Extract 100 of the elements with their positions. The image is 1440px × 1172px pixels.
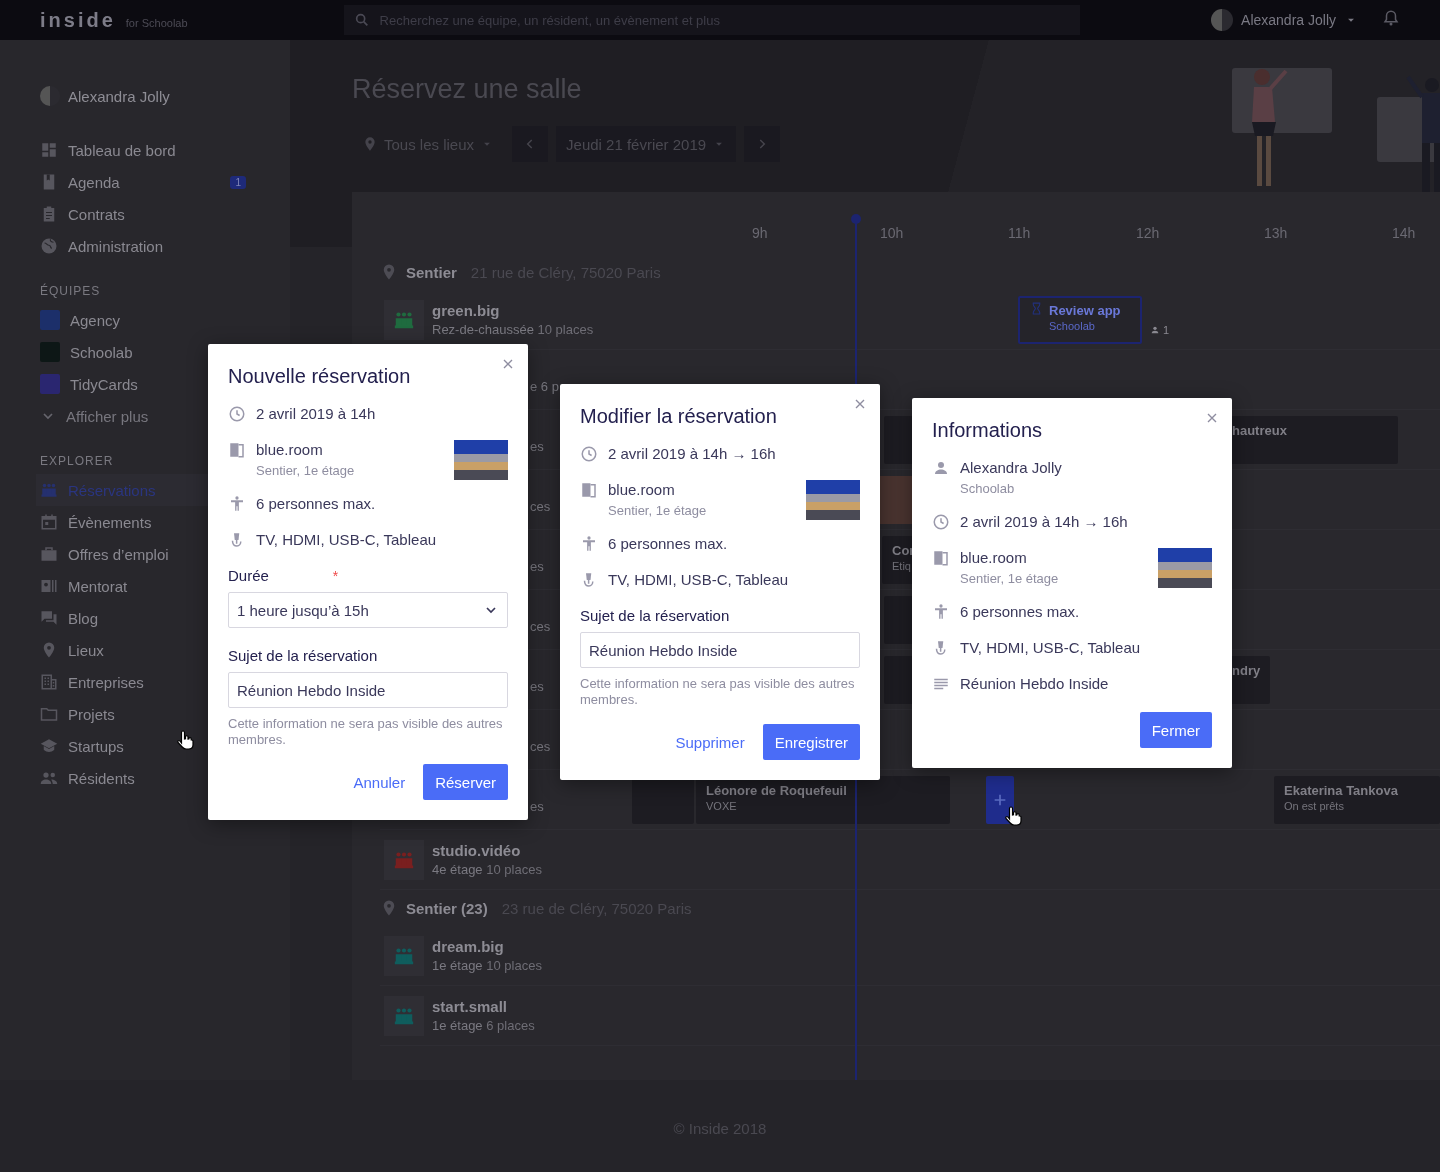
text-button[interactable]: Annuler — [341, 764, 418, 800]
event-subtitle: Schoolab — [1049, 319, 1096, 334]
detail-text: 2 avril 2019 à 14h — [256, 404, 376, 424]
event-subtitle: Etiq — [892, 559, 912, 574]
room-name[interactable]: studio.vidéo — [432, 840, 542, 861]
primary-button[interactable]: Réserver — [423, 764, 508, 800]
user-name[interactable]: Alexandra Jolly — [68, 87, 170, 105]
logo-subtitle: for Schoolab — [125, 17, 188, 29]
room-name[interactable]: dream.big — [432, 936, 542, 957]
sidebar-item[interactable]: Contrats — [36, 198, 246, 230]
user-icon — [1150, 325, 1160, 335]
sidebar-item[interactable]: Agenda 1 — [36, 166, 246, 198]
detail-text: Alexandra Jolly — [960, 458, 1062, 478]
field-label: Sujet de la réservation — [580, 606, 730, 626]
user-menu[interactable]: Alexandra Jolly — [1241, 12, 1336, 28]
detail-subtext: Sentier, 1e étage — [960, 570, 1059, 588]
booking-block[interactable]: Ekaterina Tankova On est prêts — [1274, 776, 1440, 824]
sidebar-item[interactable]: Tableau de bord — [36, 134, 246, 166]
detail-subtext: Schoolab — [960, 480, 1016, 498]
door-icon — [932, 549, 950, 567]
room-name[interactable]: start.small — [432, 996, 535, 1017]
person-icon — [932, 603, 950, 621]
primary-button[interactable]: Enregistrer — [762, 724, 860, 760]
room-details: e 6 p — [530, 378, 559, 396]
count-badge: 1 — [230, 175, 246, 189]
sidebar-item[interactable]: Afficher plus — [36, 400, 246, 432]
sidebar-item[interactable]: Résidents — [36, 762, 246, 794]
notifications-icon — [1382, 9, 1400, 27]
room-details: es — [530, 558, 544, 576]
hint-text: Cette information ne sera pas visible des autres membres. — [228, 716, 504, 748]
hourglass-icon — [1030, 302, 1043, 315]
location-name: Sentier (23) — [406, 899, 488, 917]
room-details: ces — [530, 618, 551, 636]
hour-label: 10h — [880, 225, 905, 241]
location-pin-icon — [362, 136, 378, 152]
clock-icon — [228, 405, 246, 423]
hand-cursor-icon — [1004, 806, 1024, 826]
clock-icon — [932, 513, 950, 531]
detail-text: Réunion Hebdo Inside — [960, 674, 1109, 694]
detail-text: TV, HDMI, USB-C, Tableau — [960, 638, 1141, 658]
dashboard-icon — [40, 141, 58, 159]
sidebar-item[interactable]: Évènements — [36, 506, 246, 538]
calendar-icon — [40, 513, 58, 531]
photo-placeholder — [454, 440, 508, 480]
event-title: ndry — [1232, 662, 1261, 679]
room-details: Rez-de-chaussée 10 places — [432, 320, 594, 339]
room-details: 4e étage 10 places — [432, 860, 542, 879]
field-label: Sujet de la réservation — [228, 646, 378, 666]
chat-icon — [40, 609, 58, 627]
folder-icon — [40, 705, 58, 723]
subject-input[interactable]: Réunion Hebdo Inside — [228, 672, 508, 708]
dialog-title: Informations — [932, 418, 1044, 442]
user-icon — [932, 459, 950, 477]
detail-text: blue.room — [960, 548, 1028, 568]
section-title: ÉQUIPES — [40, 284, 102, 300]
detail-text: TV, HDMI, USB-C, Tableau — [608, 570, 789, 590]
briefcase-icon — [40, 545, 58, 563]
room-details: 1e étage 10 places — [432, 956, 542, 975]
hour-label: 12h — [1136, 225, 1161, 241]
avatar — [40, 86, 60, 106]
hint-text: Cette information ne sera pas visible des autres membres. — [580, 676, 856, 708]
logo[interactable]: inside — [40, 8, 116, 32]
detail-text: 6 personnes max. — [960, 602, 1080, 622]
subject-input[interactable]: Réunion Hebdo Inside — [580, 632, 860, 668]
door-icon — [580, 481, 598, 499]
room-details: es — [530, 438, 544, 456]
dialog-title: Modifier la réservation — [580, 404, 778, 428]
duration-select[interactable]: 1 heure jusqu’à 15h — [228, 592, 508, 628]
photo-placeholder — [806, 480, 860, 520]
id-card-icon — [40, 577, 58, 595]
avatar[interactable] — [1211, 9, 1234, 31]
room-details: 1e étage 6 places — [432, 1016, 535, 1035]
text-button[interactable]: Supprimer — [663, 724, 757, 760]
required-mark: * — [332, 567, 339, 586]
primary-button[interactable]: Fermer — [1139, 712, 1212, 748]
clock-icon — [580, 445, 598, 463]
person-icon — [228, 495, 246, 513]
pending-booking[interactable]: Review app Schoolab — [1018, 296, 1142, 344]
hour-label: 11h — [1008, 225, 1032, 241]
event-title: Review app — [1049, 302, 1121, 319]
room-details: ces — [530, 738, 551, 756]
attendee-count: 1 — [1163, 324, 1170, 336]
booking-block[interactable]: Léonore de Roquefeuil VOXE — [696, 776, 950, 824]
sidebar-item[interactable]: Administration — [36, 230, 246, 262]
event-subtitle: On est prêts — [1284, 799, 1345, 814]
detail-text: 6 personnes max. — [256, 494, 376, 514]
search-icon — [353, 12, 370, 28]
room-details: es — [530, 798, 544, 816]
group-icon — [40, 769, 58, 787]
sidebar-item[interactable]: Agency — [36, 304, 246, 336]
room-name[interactable]: green.big — [432, 300, 594, 321]
section-title: EXPLORER — [40, 454, 115, 470]
door-icon — [228, 441, 246, 459]
detail-text: TV, HDMI, USB-C, Tableau — [256, 530, 437, 550]
current-time-dot — [851, 214, 861, 224]
room-details: es — [530, 678, 544, 696]
room-details: ces — [530, 498, 551, 516]
location-name: Sentier — [406, 263, 457, 281]
globe-icon — [40, 237, 58, 255]
detail-text: blue.room — [608, 480, 676, 500]
